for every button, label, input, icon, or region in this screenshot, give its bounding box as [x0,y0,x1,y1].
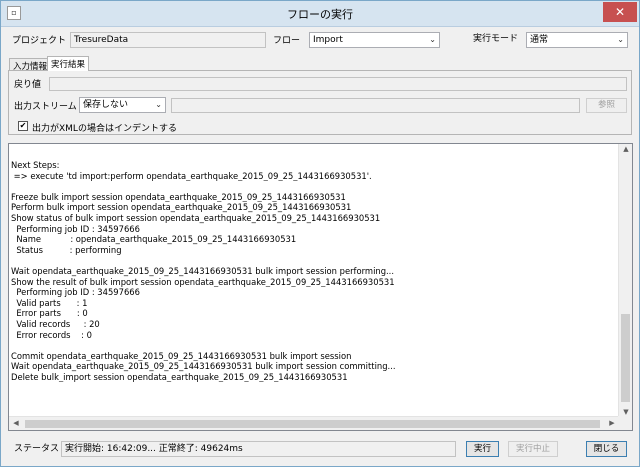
vertical-scroll-thumb[interactable] [621,314,630,402]
output-stream-value: 保存しない [83,100,129,110]
mode-select[interactable]: 通常 ⌄ [526,32,628,48]
output-line: Perform bulk import session opendata_ear… [11,202,352,213]
output-line: Error parts : 0 [11,308,88,319]
chevron-down-icon: ⌄ [429,35,436,44]
browse-button[interactable]: 参照 [586,98,627,113]
scroll-corner [618,416,632,430]
output-stream-select[interactable]: 保存しない ⌄ [79,97,166,113]
status-label: ステータス [14,444,60,454]
output-line: Wait opendata_earthquake_2015_09_25_1443… [11,361,396,372]
close-button[interactable]: 閉じる [586,441,627,457]
output-line: Show status of bulk import session opend… [11,212,381,223]
indent-xml-checkbox[interactable]: ✔ [18,121,28,131]
output-line: Delete bulk_import session opendata_eart… [11,371,348,382]
flow-run-dialog: ▫ フローの実行 ✕ プロジェクト TresureData フロー Import… [0,0,640,467]
output-lines: Next Steps: => execute 'td import:perfor… [11,160,616,382]
vertical-scrollbar[interactable]: ▲ ▼ [618,144,632,417]
scroll-left-icon[interactable]: ◀ [9,419,23,427]
output-line: Performing job ID : 34597666 [11,223,140,234]
horizontal-scroll-thumb[interactable] [25,420,600,428]
output-stream-label: 出力ストリーム [14,102,77,112]
output-stream-path-field [171,98,580,113]
project-label: プロジェクト [12,36,67,46]
status-field: 実行開始: 16:42:09... 正常終了: 49624ms [61,441,456,457]
close-window-button[interactable]: ✕ [603,2,637,22]
output-log[interactable]: Next Steps: => execute 'td import:perfor… [8,143,633,431]
output-line: Wait opendata_earthquake_2015_09_25_1443… [11,265,395,276]
tab-run-result[interactable]: 実行結果 [47,56,90,71]
output-line: Error records : 0 [11,329,92,340]
scroll-right-icon[interactable]: ▶ [605,419,619,427]
output-line: Status : performing [11,244,122,255]
project-field: TresureData [70,32,266,48]
output-line: => execute 'td import:perform opendata_e… [11,170,372,181]
scroll-up-icon[interactable]: ▲ [619,145,632,153]
output-line: Freeze bulk import session opendata_eart… [11,191,346,202]
indent-xml-label: 出力がXMLの場合はインデントする [32,124,177,134]
output-line: Next Steps: [11,160,60,170]
horizontal-scrollbar[interactable]: ◀ ▶ [9,416,619,430]
window-title: フローの実行 [287,8,353,21]
run-button[interactable]: 実行 [466,441,499,457]
mode-label: 実行モード [473,34,519,44]
output-line: Valid records : 20 [11,318,100,329]
output-line: Name : opendata_earthquake_2015_09_25_14… [11,234,297,245]
output-line: Commit opendata_earthquake_2015_09_25_14… [11,350,352,361]
output-line: Valid parts : 1 [11,297,88,308]
output-line: Performing job ID : 34597666 [11,287,140,298]
output-line: Show the result of bulk import session o… [11,276,395,287]
return-value-field [49,77,627,91]
title-bar: ▫ フローの実行 ✕ [1,1,639,27]
flow-select[interactable]: Import ⌄ [309,32,440,48]
flow-label: フロー [273,36,301,46]
chevron-down-icon: ⌄ [617,35,624,44]
mode-select-value: 通常 [530,35,549,45]
flow-select-value: Import [313,35,343,45]
stop-button[interactable]: 実行中止 [508,441,558,457]
chevron-down-icon: ⌄ [155,100,162,109]
return-value-label: 戻り値 [14,80,42,90]
scroll-down-icon[interactable]: ▼ [619,408,632,416]
